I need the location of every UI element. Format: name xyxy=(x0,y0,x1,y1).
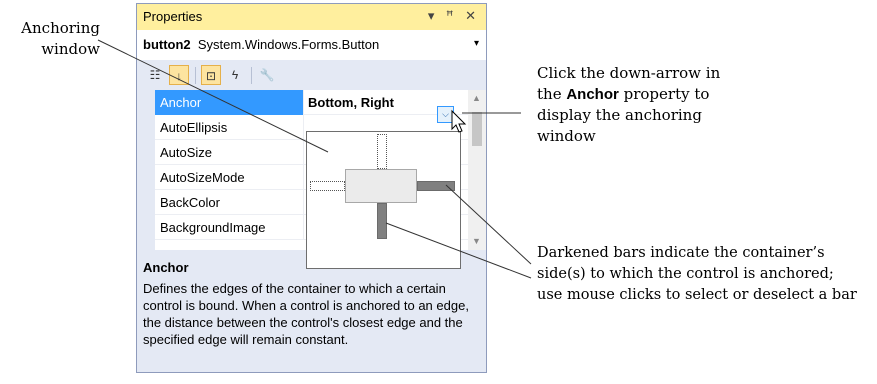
leader-right-bar xyxy=(445,184,532,265)
leader-bottom-bar xyxy=(385,222,532,279)
mouse-cursor-icon xyxy=(451,109,467,133)
callout-leader-lines xyxy=(97,39,532,279)
leader-anchoring-window xyxy=(97,39,329,153)
